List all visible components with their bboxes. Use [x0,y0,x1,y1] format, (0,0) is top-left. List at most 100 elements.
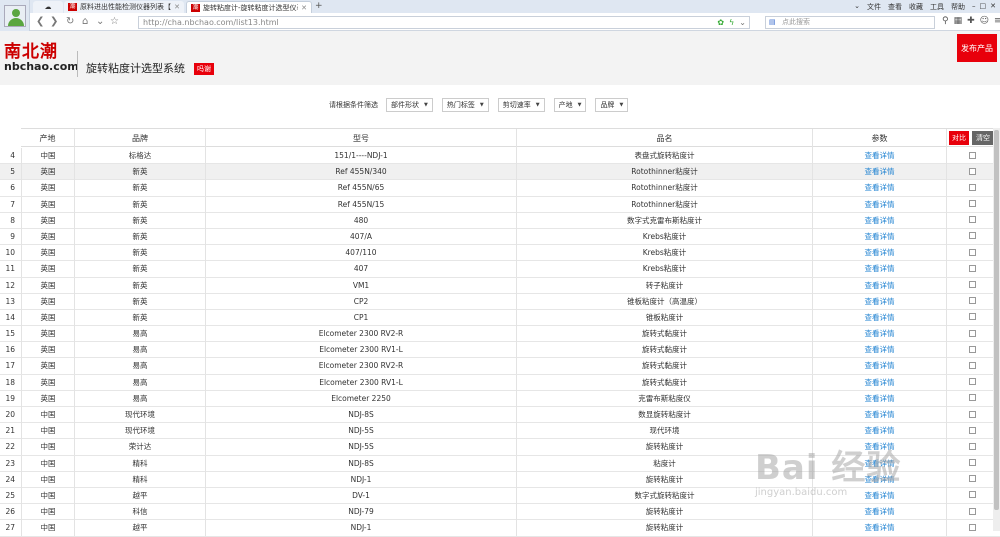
home-icon[interactable]: ⌂ [82,16,88,27]
view-details-link[interactable]: 查看详情 [812,309,946,326]
compare-checkbox[interactable] [969,410,976,418]
site-logo[interactable]: 南北潮 nbchao.com [4,43,79,73]
table-row[interactable]: 19 英国 易高 Elcometer 2250 克雷布斯粘度仪 查看详情 [0,390,1000,407]
filter-shear-rate[interactable]: 剪切速率 ▼ [497,98,545,112]
table-row[interactable]: 6 英国 新英 Ref 455N/65 Rotothinner粘度计 查看详情 [0,180,1000,197]
close-window-icon[interactable]: ✕ [990,2,996,12]
filter-origin[interactable]: 产地 ▼ [553,98,587,112]
view-details-link[interactable]: 查看详情 [812,374,946,391]
scrollbar-thumb[interactable] [994,130,999,510]
compare-checkbox[interactable] [969,475,976,483]
compare-checkbox[interactable] [969,491,976,499]
compare-checkbox[interactable] [969,183,976,191]
compare-checkbox[interactable] [969,167,976,175]
filter-hot-tags[interactable]: 热门标签 ▼ [441,98,489,112]
maximize-icon[interactable]: □ [980,2,987,12]
view-details-link[interactable]: 查看详情 [812,196,946,213]
chevron-down-icon[interactable]: ⌄ [739,17,746,28]
compare-checkbox[interactable] [969,216,976,224]
table-row[interactable]: 22 中国 荣计达 NDJ-5S 旋转粘度计 查看详情 [0,439,1000,456]
view-details-link[interactable]: 查看详情 [812,293,946,310]
extension-icon[interactable]: ✚ [967,16,975,26]
view-details-link[interactable]: 查看详情 [812,520,946,537]
compare-checkbox[interactable] [969,459,976,467]
view-details-link[interactable]: 查看详情 [812,148,946,164]
gear-icon[interactable]: ✿ [717,17,724,28]
compare-checkbox[interactable] [969,345,976,353]
view-details-link[interactable]: 查看详情 [812,212,946,229]
vertical-scrollbar[interactable] [993,128,1000,531]
user-icon[interactable]: ☺ [980,16,989,26]
view-details-link[interactable]: 查看详情 [812,439,946,456]
table-row[interactable]: 18 英国 易高 Elcometer 2300 RV1-L 旋转式黏度计 查看详情 [0,374,1000,391]
view-details-link[interactable]: 查看详情 [812,487,946,504]
chevron-down-icon[interactable]: ⌄ [96,16,104,27]
compare-checkbox[interactable] [969,281,976,288]
view-details-link[interactable]: 查看详情 [812,164,946,181]
column-header-name[interactable]: 品名 [516,129,812,148]
table-row[interactable]: 20 中国 现代环境 NDJ-8S 数显旋转粘度计 查看详情 [0,407,1000,424]
table-row[interactable]: 25 中国 越平 DV-1 数字式旋转粘度计 查看详情 [0,487,1000,505]
compare-checkbox[interactable] [969,264,976,272]
lightning-icon[interactable]: ϟ [729,17,734,28]
compare-checkbox[interactable] [969,329,976,337]
view-details-link[interactable]: 查看详情 [812,423,946,440]
compare-checkbox[interactable] [969,394,976,402]
minimize-icon[interactable]: – [972,2,976,12]
menu-icon[interactable]: ≡ [994,16,1000,26]
table-row[interactable]: 26 中国 科信 NDJ-79 旋转粘度计 查看详情 [0,504,1000,521]
address-bar[interactable]: http://cha.nbchao.com/list13.html ✿ ϟ ⌄ [138,16,750,29]
menu-file[interactable]: 文件 [867,2,881,12]
table-row[interactable]: 13 英国 新英 CP2 锥板粘度计（高温度） 查看详情 [0,293,1000,310]
search-input[interactable]: ▤ 点此搜索 [765,16,935,29]
table-row[interactable]: 5 英国 新英 Ref 455N/340 Rotothinner粘度计 查看详情 [0,164,1000,181]
view-details-link[interactable]: 查看详情 [812,228,946,245]
column-header-origin[interactable]: 产地 [21,129,74,148]
compare-checkbox[interactable] [969,297,976,305]
menu-favorites[interactable]: 收藏 [909,2,923,12]
refresh-icon[interactable]: ↻ [66,16,74,27]
compare-checkbox[interactable] [969,313,976,321]
table-row[interactable]: 9 英国 新英 407/A Krebs粘度计 查看详情 [0,228,1000,246]
view-details-link[interactable]: 查看详情 [812,407,946,423]
table-row[interactable]: 16 英国 易高 Elcometer 2300 RV1-L 旋转式黏度计 查看详情 [0,342,1000,359]
table-row[interactable]: 24 中国 精科 NDJ-1 旋转粘度计 查看详情 [0,471,1000,488]
view-details-link[interactable]: 查看详情 [812,342,946,359]
grid-icon[interactable]: ▦ [954,16,963,26]
compare-checkbox[interactable] [969,200,976,208]
view-details-link[interactable]: 查看详情 [812,471,946,488]
view-details-link[interactable]: 查看详情 [812,261,946,278]
tab-home[interactable]: ☁ [33,1,63,13]
menu-tools[interactable]: 工具 [930,2,944,12]
view-details-link[interactable]: 查看详情 [812,504,946,521]
menu-help[interactable]: 帮助 [951,2,965,12]
compare-button[interactable]: 对比 [949,131,969,145]
table-row[interactable]: 21 中国 现代环境 NDJ-5S 现代环境 查看详情 [0,423,1000,440]
table-row[interactable]: 11 英国 新英 407 Krebs粘度计 查看详情 [0,261,1000,278]
view-details-link[interactable]: 查看详情 [812,358,946,375]
publish-product-button[interactable]: 发布产品 [957,34,997,62]
table-row[interactable]: 12 英国 新英 VM1 转子粘度计 查看详情 [0,277,1000,294]
table-row[interactable]: 23 中国 精科 NDJ-8S 粘度计 查看详情 [0,455,1000,472]
browser-tab-1[interactable]: 潮 原料进出性能检测仪器列表【查 ✕ [64,1,184,13]
compare-checkbox[interactable] [969,361,976,369]
view-details-link[interactable]: 查看详情 [812,245,946,262]
view-details-link[interactable]: 查看详情 [812,180,946,197]
back-icon[interactable]: ❮ [36,16,44,27]
table-row[interactable]: 15 英国 易高 Elcometer 2300 RV2-R 旋转式黏度计 查看详情 [0,326,1000,343]
compare-checkbox[interactable] [969,378,976,386]
table-row[interactable]: 8 英国 新英 480 数字式克雷布斯粘度计 查看详情 [0,212,1000,229]
clear-button[interactable]: 清空 [972,131,994,145]
filter-part-shape[interactable]: 部件形状 ▼ [386,98,433,112]
close-tab-icon[interactable]: ✕ [301,4,307,12]
view-details-link[interactable]: 查看详情 [812,277,946,294]
browser-tab-2-active[interactable]: 潮 旋转粘度计-旋转粘度计选型仪表 ✕ [186,1,312,13]
forward-icon[interactable]: ❯ [50,16,58,27]
column-header-brand[interactable]: 品牌 [74,129,205,148]
compare-checkbox[interactable] [969,442,976,450]
column-header-param[interactable]: 参数 [812,129,946,148]
compare-checkbox[interactable] [969,248,976,256]
new-tab-icon[interactable]: + [315,1,323,11]
view-details-link[interactable]: 查看详情 [812,455,946,472]
chevron-down-icon[interactable]: ⌄ [854,2,860,12]
